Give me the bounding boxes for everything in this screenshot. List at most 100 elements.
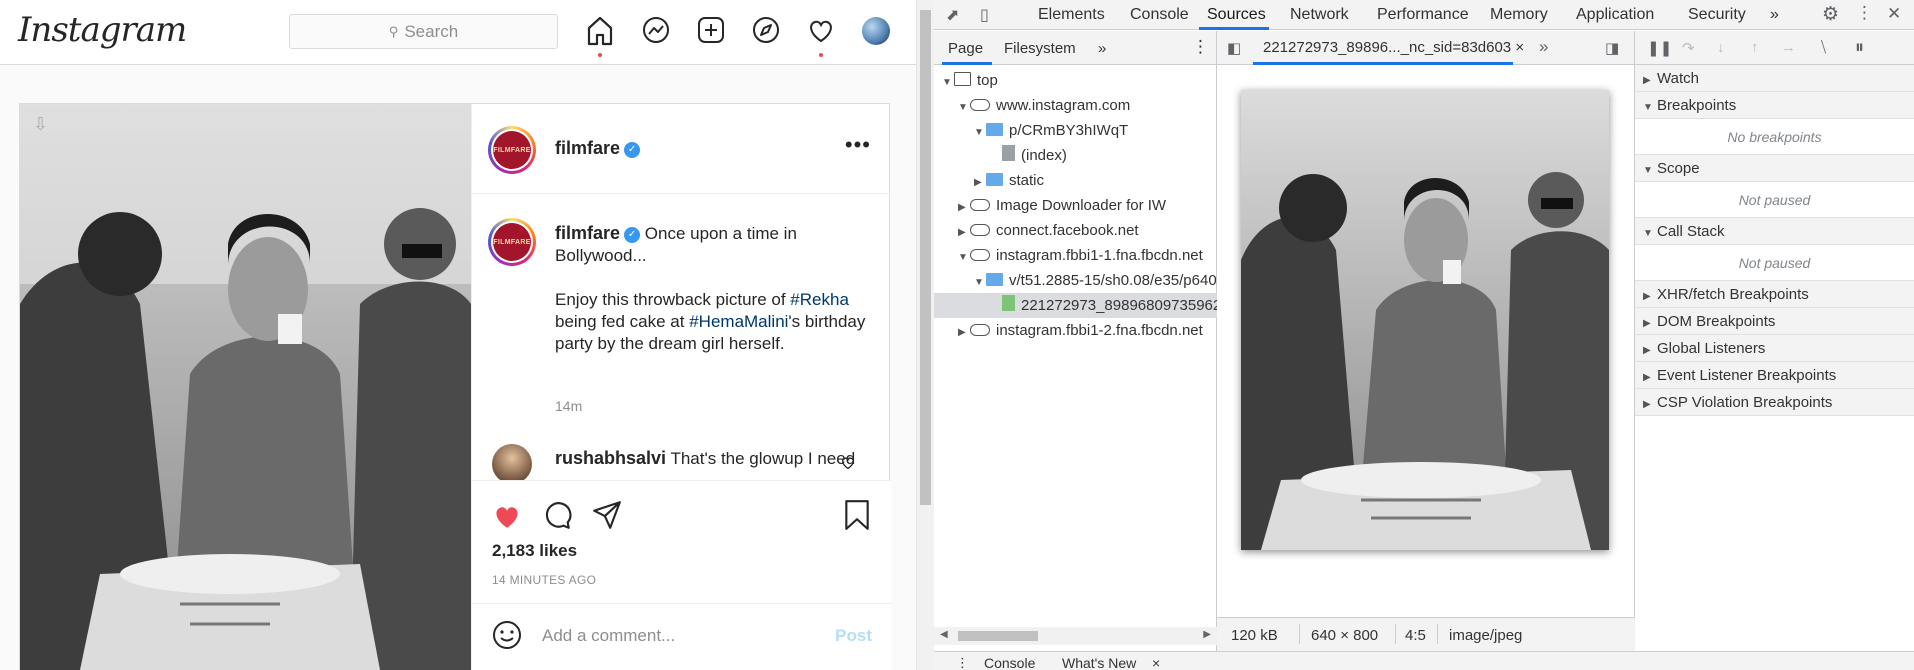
customize-menu-icon[interactable]: ⋮	[1856, 3, 1873, 23]
section-global-listeners[interactable]: ▶ Global Listeners	[1635, 335, 1914, 362]
folder-icon	[986, 273, 1003, 286]
pause-icon[interactable]: ❚❚	[1647, 39, 1672, 57]
tree-node-domain[interactable]: ▶ instagram.fbbi1-2.fna.fbcdn.net	[934, 318, 1217, 343]
scroll-left-icon[interactable]: ◀	[940, 629, 948, 640]
divider	[1437, 624, 1438, 644]
drawer-tab-whats-new[interactable]: What's New	[1062, 655, 1136, 670]
filmfare-avatar[interactable]: FILMFARE	[488, 126, 536, 174]
pause-on-exceptions-icon[interactable]: ⏸	[1855, 37, 1864, 58]
tree-node-domain[interactable]: ▼ instagram.fbbi1-1.fna.fbcdn.net	[934, 243, 1217, 268]
collapsed-arrow-icon: ▶	[1643, 291, 1651, 302]
more-tabs-icon[interactable]: »	[1770, 6, 1779, 24]
section-csp-violation-breakpoints[interactable]: ▶ CSP Violation Breakpoints	[1635, 389, 1914, 416]
step-over-icon[interactable]: ↷	[1682, 39, 1695, 57]
close-tab-icon[interactable]: ×	[1515, 39, 1524, 56]
nav-tab-filesystem[interactable]: Filesystem	[1004, 40, 1076, 57]
comment-bubble-icon[interactable]	[540, 499, 574, 536]
section-scope[interactable]: ▼ Scope	[1635, 155, 1914, 182]
messenger-icon[interactable]	[641, 14, 671, 53]
device-toolbar-icon[interactable]: ▯	[980, 5, 989, 25]
tab-console[interactable]: Console	[1130, 6, 1189, 24]
inspect-element-icon[interactable]: ⬈	[946, 5, 959, 25]
nav-more-tabs-icon[interactable]: »	[1098, 40, 1106, 57]
section-dom-breakpoints[interactable]: ▶ DOM Breakpoints	[1635, 308, 1914, 335]
step-into-icon[interactable]: ↓	[1717, 39, 1725, 56]
image-aspect-ratio: 4:5	[1405, 627, 1426, 644]
nav-tab-page[interactable]: Page	[948, 40, 983, 57]
scrollbar-thumb[interactable]	[920, 10, 931, 505]
section-xhr-breakpoints[interactable]: ▶ XHR/fetch Breakpoints	[1635, 281, 1914, 308]
drawer-menu-icon[interactable]: ⋮	[956, 655, 969, 670]
tab-memory[interactable]: Memory	[1490, 6, 1548, 24]
tree-node-folder[interactable]: ▼ p/CRmBY3hIWqT	[934, 118, 1217, 143]
activity-heart-icon[interactable]	[806, 14, 836, 57]
post-header: FILMFARE filmfare ✓ •••	[472, 104, 890, 194]
section-event-listener-breakpoints[interactable]: ▶ Event Listener Breakpoints	[1635, 362, 1914, 389]
tree-node-folder[interactable]: ▶ static	[934, 168, 1217, 193]
instagram-logo[interactable]: Instagram	[18, 10, 187, 50]
drawer-tab-console[interactable]: Console	[984, 655, 1035, 670]
home-icon[interactable]	[585, 14, 615, 57]
step-icon[interactable]: →	[1781, 39, 1796, 56]
comment-like-heart-icon[interactable]	[840, 454, 856, 475]
hashtag-hemamalini[interactable]: #HemaMalini	[689, 312, 788, 331]
explore-icon[interactable]	[751, 14, 781, 53]
search-input[interactable]: ⚲ Search	[289, 14, 558, 49]
caption-line: Enjoy this throwback picture of	[555, 290, 786, 309]
author-username[interactable]: filmfare	[555, 138, 620, 158]
tab-elements[interactable]: Elements	[1038, 6, 1105, 24]
caption-avatar[interactable]: FILMFARE	[488, 218, 536, 266]
tab-performance[interactable]: Performance	[1377, 6, 1469, 24]
page-scrollbar[interactable]	[916, 0, 934, 670]
emoji-icon[interactable]	[492, 620, 522, 655]
scroll-right-icon[interactable]: ▶	[1203, 629, 1211, 640]
like-count[interactable]: 2,183 likes	[492, 541, 577, 561]
commenter-avatar[interactable]	[492, 444, 532, 484]
post-time-ago[interactable]: 14 MINUTES AGO	[492, 573, 596, 587]
tree-node-file-selected[interactable]: 221272973_898968097359624	[934, 293, 1217, 318]
navigator-menu-icon[interactable]: ⋮	[1192, 37, 1209, 57]
share-plane-icon[interactable]	[590, 499, 624, 536]
tree-node-top[interactable]: ▼ top	[934, 68, 1217, 93]
tree-node-domain[interactable]: ▼ www.instagram.com	[934, 93, 1217, 118]
post-comment-button[interactable]: Post	[835, 626, 872, 646]
add-comment-bar: Add a comment... Post	[472, 603, 891, 669]
tab-application[interactable]: Application	[1576, 6, 1654, 24]
comment-username[interactable]: rushabhsalvi	[555, 448, 666, 468]
tree-node-folder[interactable]: ▼v/t51.2885-15/sh0.08/e35/p640x640	[934, 268, 1217, 293]
instagram-header: Instagram ⚲ Search	[0, 0, 916, 65]
step-out-icon[interactable]: ↑	[1751, 39, 1759, 56]
navigator-horizontal-scrollbar[interactable]: ◀ ▶	[934, 627, 1217, 645]
post-photo: ⇩	[20, 104, 471, 670]
caption-time[interactable]: 14m	[555, 398, 582, 414]
tree-node-extension[interactable]: ▶ Image Downloader for IW	[934, 193, 1217, 218]
more-options-icon[interactable]: •••	[845, 132, 871, 158]
like-heart-icon[interactable]	[490, 499, 524, 536]
section-watch[interactable]: ▶ Watch	[1635, 65, 1914, 92]
profile-avatar[interactable]	[862, 17, 890, 45]
close-devtools-icon[interactable]: ✕	[1887, 4, 1901, 24]
download-arrow-icon[interactable]: ⇩	[33, 114, 48, 135]
scrollbar-thumb[interactable]	[958, 631, 1038, 641]
save-bookmark-icon[interactable]	[842, 499, 872, 536]
tree-node-file[interactable]: (index)	[934, 143, 1217, 168]
section-breakpoints[interactable]: ▼ Breakpoints	[1635, 92, 1914, 119]
toggle-debugger-icon[interactable]: ◨	[1605, 39, 1619, 57]
deactivate-breakpoints-icon[interactable]: ⧹	[1821, 39, 1826, 56]
settings-gear-icon[interactable]: ⚙	[1822, 3, 1839, 26]
more-editor-tabs-icon[interactable]: »	[1539, 37, 1548, 57]
hashtag-rekha[interactable]: #Rekha	[790, 290, 849, 309]
caption-username[interactable]: filmfare	[555, 223, 620, 243]
tab-security[interactable]: Security	[1688, 6, 1746, 24]
toggle-navigator-icon[interactable]: ◧	[1227, 39, 1241, 57]
comment-input[interactable]: Add a comment...	[542, 626, 675, 646]
tab-sources[interactable]: Sources	[1207, 6, 1266, 24]
tab-network[interactable]: Network	[1290, 6, 1349, 24]
section-call-stack[interactable]: ▼ Call Stack	[1635, 218, 1914, 245]
document-file-icon	[1002, 145, 1015, 161]
cloud-icon	[970, 224, 990, 236]
close-drawer-tab-icon[interactable]: ×	[1152, 655, 1160, 670]
editor-file-tab[interactable]: 221272973_89896..._nc_sid=83d603 ×	[1263, 39, 1524, 56]
new-post-icon[interactable]	[696, 14, 726, 53]
tree-node-domain[interactable]: ▶ connect.facebook.net	[934, 218, 1217, 243]
